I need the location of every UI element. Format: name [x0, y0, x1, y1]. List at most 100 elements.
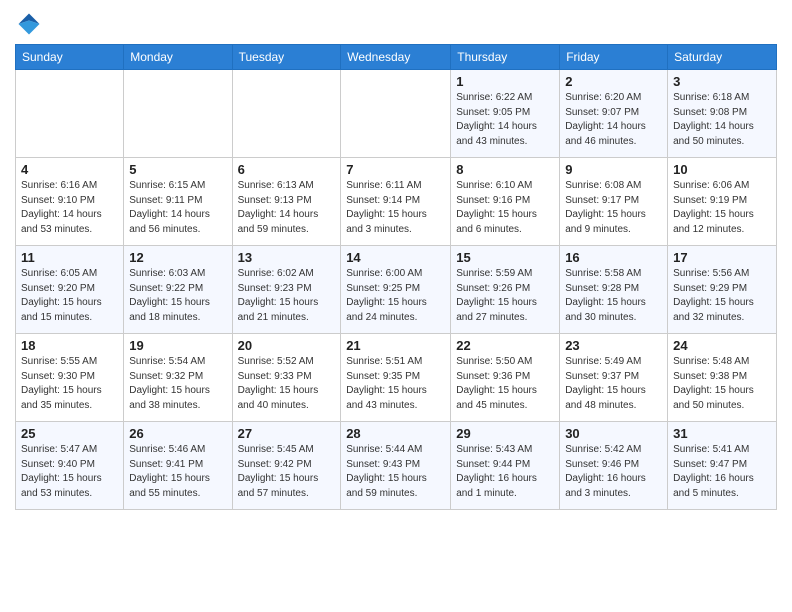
calendar-cell: 19 Sunrise: 5:54 AMSunset: 9:32 PMDayligh…	[124, 334, 232, 422]
day-info: Sunrise: 5:42 AMSunset: 9:46 PMDaylight:…	[565, 443, 662, 501]
day-info: Sunrise: 6:15 AMSunset: 9:11 PMDaylight:…	[129, 179, 226, 237]
day-info: Sunrise: 5:49 AMSunset: 9:37 PMDaylight:…	[565, 355, 662, 413]
day-info: Sunrise: 5:58 AMSunset: 9:28 PMDaylight:…	[565, 267, 662, 325]
day-info: Sunrise: 5:43 AMSunset: 9:44 PMDaylight:…	[456, 443, 554, 501]
day-info: Sunrise: 5:50 AMSunset: 9:36 PMDaylight:…	[456, 355, 554, 413]
calendar-cell: 31 Sunrise: 5:41 AMSunset: 9:47 PMDayligh…	[668, 422, 777, 510]
day-number: 5	[129, 162, 226, 177]
day-number: 17	[673, 250, 771, 265]
day-info: Sunrise: 5:55 AMSunset: 9:30 PMDaylight:…	[21, 355, 118, 413]
calendar-cell: 5 Sunrise: 6:15 AMSunset: 9:11 PMDaylight…	[124, 158, 232, 246]
day-info: Sunrise: 5:46 AMSunset: 9:41 PMDaylight:…	[129, 443, 226, 501]
day-number: 23	[565, 338, 662, 353]
calendar-cell: 9 Sunrise: 6:08 AMSunset: 9:17 PMDaylight…	[560, 158, 668, 246]
day-number: 28	[346, 426, 445, 441]
calendar-cell: 12 Sunrise: 6:03 AMSunset: 9:22 PMDayligh…	[124, 246, 232, 334]
weekday-header-row: SundayMondayTuesdayWednesdayThursdayFrid…	[16, 45, 777, 70]
day-number: 12	[129, 250, 226, 265]
day-info: Sunrise: 6:16 AMSunset: 9:10 PMDaylight:…	[21, 179, 118, 237]
calendar-week-row: 11 Sunrise: 6:05 AMSunset: 9:20 PMDayligh…	[16, 246, 777, 334]
day-number: 22	[456, 338, 554, 353]
day-info: Sunrise: 5:54 AMSunset: 9:32 PMDaylight:…	[129, 355, 226, 413]
header	[15, 10, 777, 38]
day-number: 3	[673, 74, 771, 89]
calendar-cell: 29 Sunrise: 5:43 AMSunset: 9:44 PMDayligh…	[451, 422, 560, 510]
calendar-week-row: 18 Sunrise: 5:55 AMSunset: 9:30 PMDayligh…	[16, 334, 777, 422]
calendar-cell: 8 Sunrise: 6:10 AMSunset: 9:16 PMDaylight…	[451, 158, 560, 246]
calendar-cell: 20Sunrise: 5:52 AMSunset: 9:33 PMDayligh…	[232, 334, 341, 422]
day-info: Sunrise: 5:45 AMSunset: 9:42 PMDaylight:…	[238, 443, 336, 501]
day-number: 19	[129, 338, 226, 353]
day-info: Sunrise: 6:00 AMSunset: 9:25 PMDaylight:…	[346, 267, 445, 325]
day-number: 8	[456, 162, 554, 177]
calendar-cell	[124, 70, 232, 158]
calendar-cell	[341, 70, 451, 158]
logo-icon	[15, 10, 43, 38]
calendar-week-row: 4 Sunrise: 6:16 AMSunset: 9:10 PMDaylight…	[16, 158, 777, 246]
day-info: Sunrise: 5:47 AMSunset: 9:40 PMDaylight:…	[21, 443, 118, 501]
calendar-cell: 24 Sunrise: 5:48 AMSunset: 9:38 PMDayligh…	[668, 334, 777, 422]
calendar-cell: 21Sunrise: 5:51 AMSunset: 9:35 PMDayligh…	[341, 334, 451, 422]
calendar-cell	[232, 70, 341, 158]
day-number: 21	[346, 338, 445, 353]
day-number: 30	[565, 426, 662, 441]
day-info: Sunrise: 5:59 AMSunset: 9:26 PMDaylight:…	[456, 267, 554, 325]
day-number: 14	[346, 250, 445, 265]
calendar-cell: 23 Sunrise: 5:49 AMSunset: 9:37 PMDayligh…	[560, 334, 668, 422]
calendar-cell: 7 Sunrise: 6:11 AMSunset: 9:14 PMDaylight…	[341, 158, 451, 246]
weekday-header-monday: Monday	[124, 45, 232, 70]
day-number: 6	[238, 162, 336, 177]
day-number: 31	[673, 426, 771, 441]
day-number: 20	[238, 338, 336, 353]
day-number: 4	[21, 162, 118, 177]
calendar-cell: 17Sunrise: 5:56 AMSunset: 9:29 PMDayligh…	[668, 246, 777, 334]
day-number: 13	[238, 250, 336, 265]
calendar-cell: 15 Sunrise: 5:59 AMSunset: 9:26 PMDayligh…	[451, 246, 560, 334]
calendar-table: SundayMondayTuesdayWednesdayThursdayFrid…	[15, 44, 777, 510]
day-info: Sunrise: 6:18 AMSunset: 9:08 PMDaylight:…	[673, 91, 771, 149]
day-info: Sunrise: 6:03 AMSunset: 9:22 PMDaylight:…	[129, 267, 226, 325]
logo	[15, 10, 45, 38]
day-number: 11	[21, 250, 118, 265]
day-info: Sunrise: 6:11 AMSunset: 9:14 PMDaylight:…	[346, 179, 445, 237]
weekday-header-friday: Friday	[560, 45, 668, 70]
calendar-cell: 10Sunrise: 6:06 AMSunset: 9:19 PMDayligh…	[668, 158, 777, 246]
day-info: Sunrise: 6:06 AMSunset: 9:19 PMDaylight:…	[673, 179, 771, 237]
calendar-week-row: 1 Sunrise: 6:22 AMSunset: 9:05 PMDaylight…	[16, 70, 777, 158]
day-number: 16	[565, 250, 662, 265]
day-number: 18	[21, 338, 118, 353]
day-info: Sunrise: 6:02 AMSunset: 9:23 PMDaylight:…	[238, 267, 336, 325]
day-number: 7	[346, 162, 445, 177]
day-info: Sunrise: 5:48 AMSunset: 9:38 PMDaylight:…	[673, 355, 771, 413]
day-info: Sunrise: 6:10 AMSunset: 9:16 PMDaylight:…	[456, 179, 554, 237]
day-number: 27	[238, 426, 336, 441]
day-info: Sunrise: 6:22 AMSunset: 9:05 PMDaylight:…	[456, 91, 554, 149]
page: SundayMondayTuesdayWednesdayThursdayFrid…	[0, 0, 792, 612]
calendar-cell: 6Sunrise: 6:13 AMSunset: 9:13 PMDaylight…	[232, 158, 341, 246]
day-number: 15	[456, 250, 554, 265]
calendar-cell: 3 Sunrise: 6:18 AMSunset: 9:08 PMDaylight…	[668, 70, 777, 158]
calendar-cell	[16, 70, 124, 158]
day-number: 2	[565, 74, 662, 89]
calendar-cell: 18 Sunrise: 5:55 AMSunset: 9:30 PMDayligh…	[16, 334, 124, 422]
weekday-header-saturday: Saturday	[668, 45, 777, 70]
calendar-cell: 13 Sunrise: 6:02 AMSunset: 9:23 PMDayligh…	[232, 246, 341, 334]
day-number: 1	[456, 74, 554, 89]
day-number: 9	[565, 162, 662, 177]
calendar-cell: 1 Sunrise: 6:22 AMSunset: 9:05 PMDaylight…	[451, 70, 560, 158]
day-info: Sunrise: 5:41 AMSunset: 9:47 PMDaylight:…	[673, 443, 771, 501]
calendar-cell: 30 Sunrise: 5:42 AMSunset: 9:46 PMDayligh…	[560, 422, 668, 510]
day-number: 25	[21, 426, 118, 441]
calendar-cell: 14 Sunrise: 6:00 AMSunset: 9:25 PMDayligh…	[341, 246, 451, 334]
day-info: Sunrise: 6:08 AMSunset: 9:17 PMDaylight:…	[565, 179, 662, 237]
calendar-cell: 28Sunrise: 5:44 AMSunset: 9:43 PMDayligh…	[341, 422, 451, 510]
calendar-cell: 26Sunrise: 5:46 AMSunset: 9:41 PMDayligh…	[124, 422, 232, 510]
calendar-week-row: 25 Sunrise: 5:47 AMSunset: 9:40 PMDayligh…	[16, 422, 777, 510]
weekday-header-sunday: Sunday	[16, 45, 124, 70]
day-number: 29	[456, 426, 554, 441]
calendar-cell: 27 Sunrise: 5:45 AMSunset: 9:42 PMDayligh…	[232, 422, 341, 510]
day-number: 24	[673, 338, 771, 353]
calendar-cell: 16 Sunrise: 5:58 AMSunset: 9:28 PMDayligh…	[560, 246, 668, 334]
day-info: Sunrise: 6:05 AMSunset: 9:20 PMDaylight:…	[21, 267, 118, 325]
calendar-cell: 2Sunrise: 6:20 AMSunset: 9:07 PMDaylight…	[560, 70, 668, 158]
